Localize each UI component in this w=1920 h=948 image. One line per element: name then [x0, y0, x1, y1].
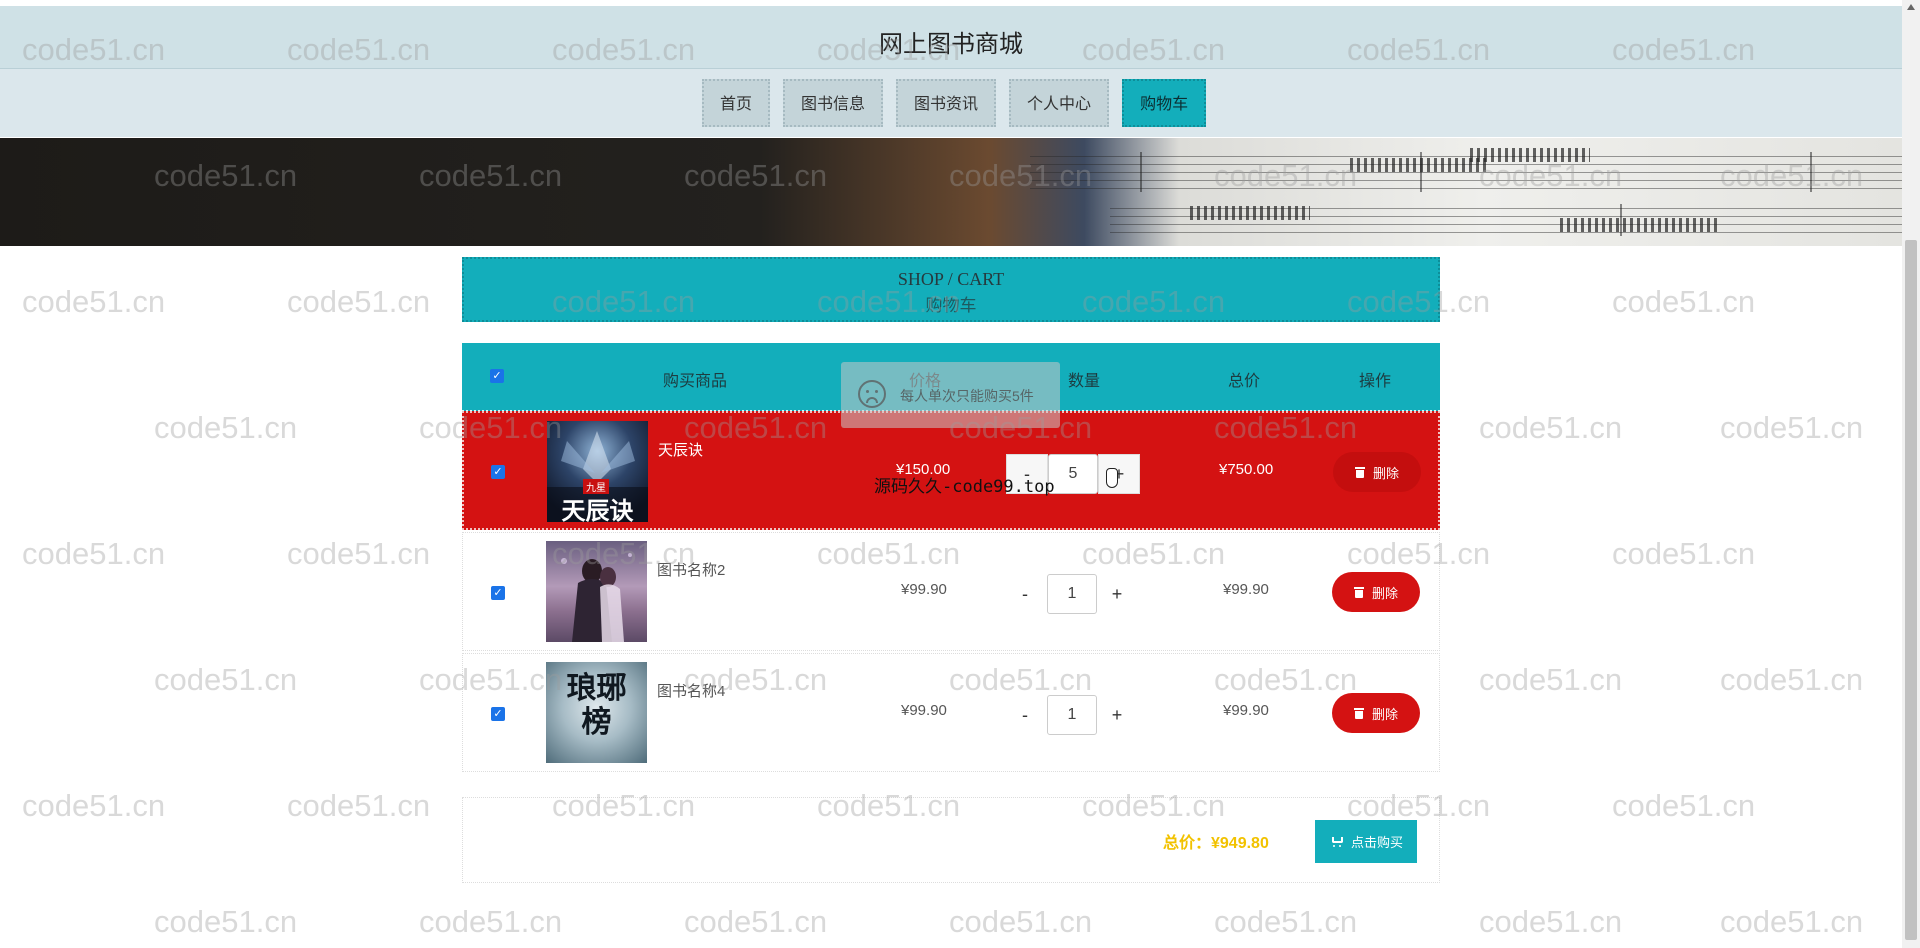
watermark: code51.cn [1479, 662, 1623, 697]
item-price: ¥99.90 [901, 702, 947, 719]
book-cover: 九星 天辰诀 [547, 421, 648, 522]
delete-button[interactable]: 删除 [1332, 693, 1420, 733]
delete-label: 删除 [1372, 465, 1399, 481]
watermark: code51.cn [22, 284, 166, 319]
scrollbar-thumb[interactable] [1905, 240, 1917, 940]
delete-label: 删除 [1371, 585, 1398, 601]
cart-row: ✓ 图书名称2 ¥99.90 - 1 + ¥99.90 删除 [462, 532, 1440, 651]
nav-item-home[interactable]: 首页 [702, 79, 771, 127]
watermark: code51.cn [1612, 284, 1756, 319]
item-total: ¥99.90 [1223, 581, 1269, 598]
nav-item-book-news[interactable]: 图书资讯 [896, 79, 997, 127]
cart-row: ✓ 九星 天辰诀 天辰诀 ¥150.00 - 5 + ¥750.00 删除 [462, 411, 1440, 530]
item-checkbox[interactable]: ✓ [491, 465, 505, 479]
trash-icon [1353, 707, 1364, 719]
watermark: code51.cn [1720, 904, 1864, 939]
item-name[interactable]: 图书名称4 [657, 680, 725, 701]
delete-label: 删除 [1371, 706, 1398, 722]
watermark: code51.cn [1479, 904, 1623, 939]
delete-button[interactable]: 删除 [1332, 572, 1420, 612]
item-name[interactable]: 图书名称2 [657, 559, 725, 580]
overlay-watermark-text: 源码久久-code99.top [874, 477, 1055, 497]
item-total: ¥750.00 [1219, 461, 1274, 478]
nav-item-cart[interactable]: 购物车 [1122, 79, 1207, 127]
cart-icon [1329, 835, 1345, 849]
delete-button[interactable]: 删除 [1333, 452, 1421, 492]
scroll-up-icon[interactable] [1907, 4, 1915, 10]
qty-plus-button[interactable]: + [1097, 575, 1137, 613]
qty-input[interactable]: 1 [1047, 695, 1097, 735]
watermark: code51.cn [684, 904, 828, 939]
watermark: code51.cn [1612, 536, 1756, 571]
nav-item-book-info[interactable]: 图书信息 [783, 79, 884, 127]
page-scrollbar[interactable] [1902, 0, 1920, 948]
cover-title: 天辰诀 [561, 496, 634, 522]
toast-text: 每人单次只能购买5件 [900, 388, 1034, 404]
watermark: code51.cn [1612, 788, 1756, 823]
watermark: code51.cn [949, 904, 1093, 939]
watermark: code51.cn [22, 536, 166, 571]
watermark: code51.cn [287, 788, 431, 823]
toast-message: 每人单次只能购买5件 [841, 362, 1060, 428]
main-nav: 首页 图书信息 图书资讯 个人中心 购物车 [0, 69, 1902, 137]
item-checkbox[interactable]: ✓ [491, 707, 505, 721]
trash-icon [1354, 466, 1365, 478]
site-title: 网上图书商城 [879, 31, 1023, 58]
qty-input[interactable]: 1 [1047, 574, 1097, 614]
column-quantity: 数量 [1068, 373, 1101, 390]
item-name[interactable]: 天辰诀 [658, 439, 703, 460]
cart-row: ✓ 琅琊榜 图书名称4 ¥99.90 - 1 + ¥99.90 删除 [462, 653, 1440, 772]
cover-title: 琅琊榜 [566, 671, 627, 740]
select-all-checkbox[interactable]: ✓ [490, 369, 504, 383]
watermark: code51.cn [419, 904, 563, 939]
cart-heading: SHOP / CART 购物车 [462, 257, 1440, 322]
cart-heading-cn: 购物车 [925, 296, 977, 315]
banner-image [0, 138, 1902, 246]
qty-minus-button[interactable]: - [1005, 696, 1045, 734]
buy-label: 点击购买 [1350, 835, 1403, 850]
item-price: ¥99.90 [901, 581, 947, 598]
buy-button[interactable]: 点击购买 [1315, 820, 1417, 863]
qty-input[interactable]: 5 [1048, 454, 1098, 494]
watermark: code51.cn [287, 284, 431, 319]
watermark: code51.cn [1720, 662, 1864, 697]
watermark: code51.cn [1214, 904, 1358, 939]
grand-total: 总价：¥949.80 [1163, 835, 1269, 852]
mouse-cursor-icon [1106, 468, 1118, 488]
book-cover [546, 541, 647, 642]
item-total: ¥99.90 [1223, 702, 1269, 719]
qty-plus-button[interactable]: + [1098, 454, 1140, 494]
nav-item-user-center[interactable]: 个人中心 [1009, 79, 1110, 127]
column-product: 购买商品 [663, 373, 728, 390]
qty-minus-button[interactable]: - [1005, 575, 1045, 613]
site-header: 网上图书商城 [0, 6, 1902, 69]
book-cover: 琅琊榜 [546, 662, 647, 763]
trash-icon [1353, 586, 1364, 598]
watermark: code51.cn [154, 662, 298, 697]
watermark: code51.cn [22, 788, 166, 823]
cart-footer: 总价：¥949.80 点击购买 [462, 797, 1440, 883]
watermark: code51.cn [154, 904, 298, 939]
watermark: code51.cn [1479, 410, 1623, 445]
item-checkbox[interactable]: ✓ [491, 586, 505, 600]
cart-heading-en: SHOP / CART [897, 269, 1005, 289]
qty-plus-button[interactable]: + [1097, 696, 1137, 734]
book-cover-art [561, 553, 632, 642]
watermark: code51.cn [287, 536, 431, 571]
column-action: 操作 [1359, 373, 1392, 390]
watermark: code51.cn [154, 410, 298, 445]
sad-face-icon [858, 380, 886, 408]
column-total: 总价 [1228, 373, 1261, 390]
watermark: code51.cn [1720, 410, 1864, 445]
